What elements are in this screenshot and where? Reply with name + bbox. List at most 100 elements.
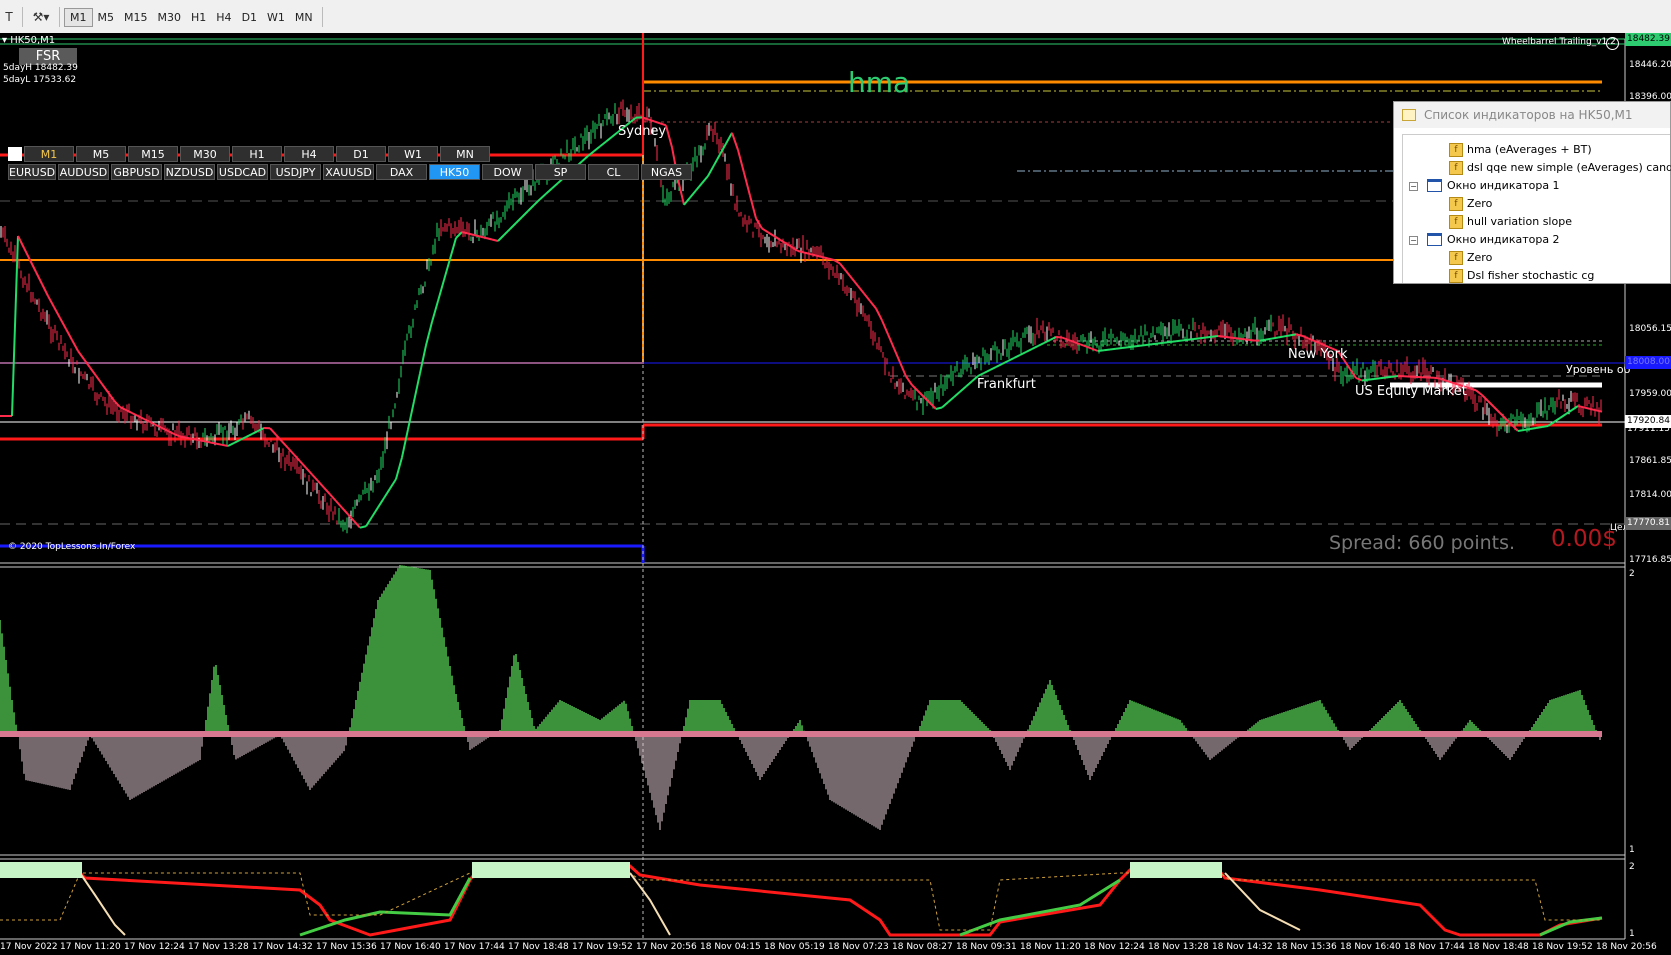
- toolbar-tf-m1[interactable]: M1: [64, 7, 93, 27]
- time-axis-label: 18 Nov 19:52: [1532, 942, 1593, 952]
- toolbar-tf-m5[interactable]: M5: [93, 9, 120, 26]
- five-day-low-label: 5dayL 17533.62: [3, 75, 77, 85]
- tf-button-m15[interactable]: M15: [128, 146, 178, 162]
- tf-button-h1[interactable]: H1: [232, 146, 282, 162]
- toolbar-tf-m30[interactable]: M30: [153, 9, 187, 26]
- symbol-button-usdjpy[interactable]: USDJPY: [270, 164, 321, 180]
- hma-segment: [1121, 346, 1129, 349]
- panel-toggle[interactable]: [8, 147, 22, 161]
- hma-segment: [1247, 338, 1255, 342]
- tf-button-w1[interactable]: W1: [388, 146, 438, 162]
- time-axis-label: 17 Nov 17:44: [444, 942, 505, 952]
- hma-segment: [191, 437, 199, 441]
- tf-button-m30[interactable]: M30: [180, 146, 230, 162]
- tf-button-h4[interactable]: H4: [284, 146, 334, 162]
- time-axis-label: 17 Nov 13:28: [188, 942, 249, 952]
- symbol-text: HK50,M1: [10, 35, 56, 46]
- hma-segment: [1361, 378, 1369, 382]
- indicator-list-window[interactable]: Список индикаторов на HK50,M1 f hma (eAv…: [1393, 101, 1671, 284]
- symbol-button-dax[interactable]: DAX: [376, 164, 427, 180]
- indicator-item[interactable]: Zero: [1467, 195, 1492, 212]
- symbol-button-nzdusd[interactable]: NZDUSD: [164, 164, 215, 180]
- indicator-window-item[interactable]: Окно индикатора 2: [1447, 231, 1560, 248]
- hma-segment: [1103, 348, 1111, 352]
- symbol-button-xauusd[interactable]: XAUUSD: [323, 164, 374, 180]
- ea-smile-icon: [1606, 37, 1619, 50]
- hma-segment: [1589, 407, 1597, 412]
- toolbar-tf-h4[interactable]: H4: [211, 9, 236, 26]
- hma-segment: [1529, 427, 1537, 430]
- hma-label: hma: [848, 66, 911, 99]
- tf-button-m5[interactable]: M5: [76, 146, 126, 162]
- collapse-icon[interactable]: −: [1409, 182, 1418, 191]
- tf-button-m1[interactable]: M1: [24, 146, 74, 162]
- hma-segment: [1577, 405, 1585, 409]
- text-tool-icon[interactable]: T: [0, 8, 18, 26]
- hma-segment: [1235, 337, 1243, 340]
- hma-segment: [1151, 342, 1159, 346]
- overbought-zone: [0, 862, 82, 878]
- time-axis-label: 18 Nov 16:40: [1340, 942, 1401, 952]
- level-label: Уровень об: [1566, 363, 1631, 376]
- indicator-item[interactable]: Zero: [1467, 249, 1492, 266]
- hma-segment: [1277, 335, 1285, 339]
- toolbar-tf-d1[interactable]: D1: [237, 9, 262, 26]
- hma-segment: [1223, 335, 1231, 339]
- indicator-item[interactable]: hull variation slope: [1467, 213, 1572, 230]
- hma-segment: [221, 443, 229, 447]
- hma-segment: [1193, 337, 1201, 340]
- overbought-zone: [472, 862, 630, 878]
- toolbar-tf-w1[interactable]: W1: [262, 9, 290, 26]
- indicator-tree: f hma (eAverages + BT) f dsl qqe new sim…: [1402, 134, 1671, 284]
- symbol-button-audusd[interactable]: AUDUSD: [58, 164, 109, 180]
- hma-segment: [359, 525, 367, 529]
- indicator-file-icon: f: [1449, 215, 1463, 229]
- indicator-item[interactable]: dsl qqe new simple (eAverages) candles: [1467, 159, 1671, 176]
- session-frankfurt: Frankfurt: [977, 377, 1036, 392]
- time-axis-label: 18 Nov 09:31: [956, 942, 1017, 952]
- symbol-button-sp[interactable]: SP: [535, 164, 586, 180]
- hma-segment: [215, 442, 223, 446]
- hma-segment: [1097, 349, 1105, 352]
- hma-segment: [1115, 347, 1123, 350]
- tf-button-mn[interactable]: MN: [440, 146, 490, 162]
- collapse-icon[interactable]: −: [1409, 236, 1418, 245]
- symbol-button-dow[interactable]: DOW: [482, 164, 533, 180]
- toolbar-tf-mn[interactable]: MN: [290, 9, 318, 26]
- hma-segment: [1199, 336, 1207, 340]
- time-axis-label: 18 Nov 17:44: [1404, 942, 1465, 952]
- time-axis-label: 18 Nov 15:36: [1276, 942, 1337, 952]
- indicator-item[interactable]: Dsl fisher stochastic cg: [1467, 267, 1594, 284]
- price-axis-label: 18446.20: [1629, 60, 1671, 70]
- profit-label: 0.00$: [1551, 526, 1617, 552]
- indicator-item[interactable]: hma (eAverages + BT): [1467, 141, 1592, 158]
- symbol-button-eurusd[interactable]: EURUSD: [8, 164, 56, 180]
- tf-button-d1[interactable]: D1: [336, 146, 386, 162]
- hma-segment: [1373, 377, 1381, 380]
- symbol-button-gbpusd[interactable]: GBPUSD: [111, 164, 162, 180]
- toolbar-tf-h1[interactable]: H1: [186, 9, 211, 26]
- symbol-button-ngas[interactable]: NGAS: [641, 164, 692, 180]
- hma-segment: [1265, 337, 1273, 341]
- objects-tool-icon[interactable]: ⚒▾: [27, 8, 55, 26]
- time-axis-label: 18 Nov 07:23: [828, 942, 889, 952]
- hma-segment: [1541, 425, 1549, 428]
- indicator-file-icon: f: [1449, 161, 1463, 175]
- indicator-window-icon: [1427, 233, 1442, 246]
- hma-segment: [1127, 345, 1135, 349]
- hma-segment: [1109, 347, 1117, 351]
- hma-segment: [1583, 406, 1591, 410]
- price-axis-label: 17959.00: [1629, 389, 1671, 399]
- indicator-file-icon: f: [1449, 143, 1463, 157]
- indicator-list-title-bar[interactable]: Список индикаторов на HK50,M1: [1394, 102, 1670, 128]
- symbol-button-hk50[interactable]: HK50: [429, 164, 480, 180]
- hma-segment: [1169, 340, 1177, 343]
- indicator-window-item[interactable]: Окно индикатора 1: [1447, 177, 1560, 194]
- symbol-button-usdcad[interactable]: USDCAD: [217, 164, 268, 180]
- toolbar-tf-m15[interactable]: M15: [119, 9, 153, 26]
- symbol-button-cl[interactable]: CL: [588, 164, 639, 180]
- hma-segment: [1433, 376, 1441, 380]
- hma-segment: [1187, 338, 1195, 341]
- hma-segment: [1289, 333, 1297, 337]
- indicator1-axis-label: 2: [1629, 569, 1635, 579]
